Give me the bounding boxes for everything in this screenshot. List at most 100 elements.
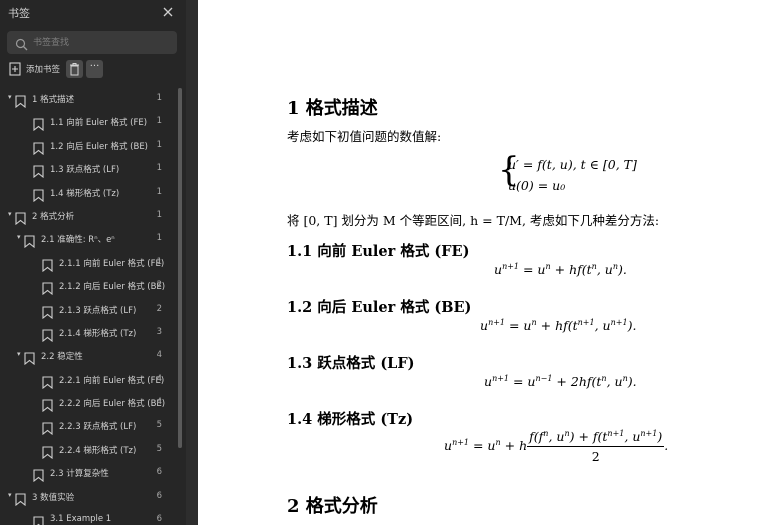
bookmark-label: 1.4 梯形格式 (Tz) — [50, 188, 120, 199]
bookmark-item[interactable]: 1.1 向前 Euler 格式 (FE) 1 — [0, 111, 176, 134]
bookmark-item[interactable]: 2.1.3 跃点格式 (LF) 2 — [0, 299, 176, 322]
bookmark-page-number: 6 — [156, 467, 162, 478]
bookmark-item[interactable]: 2.1.2 向后 Euler 格式 (BE) 2 — [0, 275, 176, 298]
bookmark-icon — [33, 116, 44, 132]
bookmark-label: 2.1.2 向后 Euler 格式 (BE) — [59, 282, 166, 293]
bookmark-page-number: 1 — [156, 139, 162, 150]
trash-icon — [70, 63, 79, 76]
bookmark-label: 2 格式分析 — [32, 211, 75, 222]
lf-equation: un+1 = un−1 + 2hf(tn, un). — [484, 374, 637, 390]
panel-divider[interactable] — [186, 0, 198, 525]
document-page: 1 格式描述 考虑如下初值问题的数值解: { u′ = f(t, u), t ∈… — [198, 0, 780, 525]
ivp-equation-line-2: u(0) = u₀ — [508, 178, 566, 193]
bookmark-page-number: 1 — [156, 209, 162, 220]
bookmark-label: 1.3 跃点格式 (LF) — [50, 165, 120, 176]
close-icon[interactable] — [161, 4, 175, 18]
bookmark-sidebar: 书签 添加书签 ··· ▾1 格式描述11.1 向前 Euler 格式 (FE)… — [0, 0, 186, 525]
bookmark-item[interactable]: 2.2.2 向后 Euler 格式 (BE) 4 — [0, 392, 176, 415]
bookmark-item[interactable]: 2.1.1 向前 Euler 格式 (FE) 1 — [0, 252, 176, 275]
bookmark-label: 2.2.4 梯形格式 (Tz) — [59, 445, 137, 456]
bookmark-item[interactable]: 2.2.1 向前 Euler 格式 (FE) 4 — [0, 369, 176, 392]
fe-equation: un+1 = un + hf(tn, un). — [494, 262, 627, 278]
bookmark-label: 1.1 向前 Euler 格式 (FE) — [50, 118, 148, 129]
bookmark-label: 2.1.1 向前 Euler 格式 (FE) — [59, 258, 165, 269]
bookmark-item[interactable]: ▾ 3 数值实验 6 — [0, 486, 176, 509]
bookmark-toolbar: 添加书签 ··· — [7, 60, 186, 78]
section-1-heading: 1 格式描述 — [287, 98, 378, 119]
bookmark-page-number: 1 — [156, 256, 162, 267]
bookmark-item[interactable]: 1.4 梯形格式 (Tz) 1 — [0, 182, 176, 205]
search-icon — [15, 36, 28, 51]
bookmark-item[interactable]: 1.3 跃点格式 (LF) 1 — [0, 158, 176, 181]
add-bookmark-button[interactable]: 添加书签 — [7, 60, 63, 78]
bookmark-page-number: 1 — [156, 186, 162, 197]
bookmark-item[interactable]: ▾ 2 格式分析 1 — [0, 205, 176, 228]
bookmark-page-number: 5 — [156, 443, 162, 454]
bookmark-icon — [42, 420, 53, 436]
tz-equation: un+1 = un + h f(fn, un) + f(tn+1, un+1) 2. — [444, 429, 669, 465]
bookmark-page-number: 4 — [156, 373, 162, 384]
bookmark-page-number: 6 — [156, 490, 162, 501]
search-input[interactable] — [33, 34, 173, 51]
bookmark-icon — [24, 350, 35, 366]
be-equation: un+1 = un + hf(tn+1, un+1). — [480, 318, 637, 334]
bookmark-icon — [42, 280, 53, 296]
bookmark-page-number: 1 — [156, 163, 162, 174]
bookmark-icon — [24, 233, 35, 249]
tz-heading: 1.4 梯形格式 (Tz) — [287, 411, 414, 428]
bookmark-label: 2.2.1 向前 Euler 格式 (FE) — [59, 375, 165, 386]
add-bookmark-label: 添加书签 — [26, 65, 61, 75]
bookmark-item[interactable]: 2.2.3 跃点格式 (LF) 5 — [0, 415, 176, 438]
bookmark-item[interactable]: 2.3 计算复杂性 6 — [0, 462, 176, 485]
expand-arrow-icon[interactable]: ▾ — [17, 233, 21, 241]
expand-arrow-icon[interactable]: ▾ — [8, 93, 12, 101]
bookmark-item[interactable]: 2.1.4 梯形格式 (Tz) 3 — [0, 322, 176, 345]
partition-paragraph: 将 [0, T] 划分为 M 个等距区间, h = T/M, 考虑如下几种差分方… — [287, 213, 660, 228]
bookmark-label: 3.1 Example 1 — [50, 514, 112, 525]
lf-heading: 1.3 跃点格式 (LF) — [287, 355, 415, 372]
bookmark-label: 3 数值实验 — [32, 492, 75, 503]
bookmark-label: 2.2 稳定性 — [41, 352, 83, 363]
bookmark-item[interactable]: 1.2 向后 Euler 格式 (BE) 1 — [0, 135, 176, 158]
bookmark-page-number: 4 — [156, 350, 162, 361]
bookmark-icon — [33, 163, 44, 179]
bookmark-icon — [33, 187, 44, 202]
bookmark-page-number: 2 — [156, 280, 162, 291]
bookmark-icon — [33, 467, 44, 483]
scrollbar-thumb[interactable] — [178, 88, 182, 448]
bookmark-icon — [42, 374, 53, 389]
section-2-heading: 2 格式分析 — [287, 496, 378, 517]
bookmark-label: 1.2 向后 Euler 格式 (BE) — [50, 141, 149, 152]
bookmark-page-number: 2 — [156, 303, 162, 314]
bookmark-item[interactable]: ▾ 1 格式描述 1 — [0, 88, 176, 111]
more-options-button[interactable]: ··· — [86, 60, 103, 78]
expand-arrow-icon[interactable]: ▾ — [8, 210, 12, 218]
fe-heading: 1.1 向前 Euler 格式 (FE) — [287, 243, 470, 260]
sidebar-title: 书签 — [8, 7, 30, 20]
bookmark-item[interactable]: 3.1 Example 1 6 — [0, 509, 176, 525]
bookmark-icon — [15, 210, 26, 226]
bookmark-label: 2.1 准确性: Rⁿ、eⁿ — [41, 235, 115, 246]
bookmark-item[interactable]: 2.2.4 梯形格式 (Tz) 5 — [0, 439, 176, 462]
bookmark-label: 2.3 计算复杂性 — [50, 469, 109, 480]
delete-bookmark-button[interactable] — [66, 60, 83, 78]
bookmark-search[interactable] — [7, 31, 177, 54]
add-bookmark-icon — [9, 62, 21, 76]
bookmark-page-number: 6 — [156, 514, 162, 525]
ivp-equation-line-1: u′ = f(t, u), t ∈ [0, T] — [508, 157, 637, 172]
bookmark-tree: ▾ 1 格式描述 1 1.1 向前 Euler 格式 (FE) 1 1.2 向后 Eule… — [0, 88, 176, 525]
bookmark-icon — [42, 257, 53, 272]
bookmark-label: 2.2.2 向后 Euler 格式 (BE) — [59, 399, 166, 410]
bookmark-item[interactable]: ▾ 2.2 稳定性 4 — [0, 345, 176, 368]
bookmark-page-number: 3 — [156, 326, 162, 337]
bookmark-icon — [42, 327, 53, 343]
bookmark-icon — [33, 514, 44, 525]
be-heading: 1.2 向后 Euler 格式 (BE) — [287, 299, 472, 316]
bookmark-icon — [42, 397, 53, 413]
expand-arrow-icon[interactable]: ▾ — [17, 350, 21, 358]
bookmark-label: 2.1.4 梯形格式 (Tz) — [59, 328, 137, 339]
bookmark-item[interactable]: ▾ 2.1 准确性: Rⁿ、eⁿ 1 — [0, 228, 176, 251]
sidebar-header: 书签 — [0, 0, 186, 26]
bookmark-label: 2.1.3 跃点格式 (LF) — [59, 305, 137, 316]
expand-arrow-icon[interactable]: ▾ — [8, 491, 12, 499]
